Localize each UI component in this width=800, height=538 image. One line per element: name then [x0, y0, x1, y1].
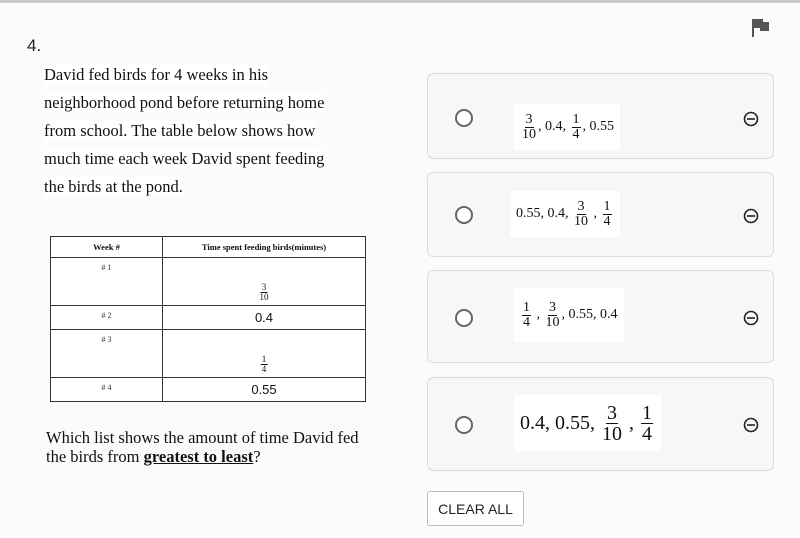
fraction: 3 10 — [259, 282, 269, 302]
answer-term: , 0.55, 0.4 — [561, 307, 618, 322]
stem-line: from school. The table below shows how — [44, 121, 316, 140]
fraction: 3 10 — [545, 299, 560, 330]
header-week: Week # — [50, 236, 163, 258]
table-row: # 1 3 10 — [50, 257, 366, 306]
denominator: 10 — [522, 126, 536, 142]
answer-term: 0.4, 0.55, — [520, 411, 600, 434]
eliminate-icon[interactable] — [743, 310, 759, 326]
radio-unselected-icon[interactable] — [455, 309, 473, 327]
denominator: 10 — [602, 422, 622, 445]
denominator: 4 — [603, 213, 611, 229]
week-cell: # 3 — [50, 329, 163, 378]
numerator: 1 — [571, 111, 581, 128]
clear-all-button[interactable]: CLEAR ALL — [427, 491, 524, 526]
question-number: 4. — [27, 36, 42, 55]
table-header-row: Week # Time spent feeding birds(minutes) — [50, 236, 366, 258]
time-cell: 0.55 — [162, 377, 366, 402]
fraction: 14 — [571, 111, 581, 142]
fraction: 3 10 — [574, 198, 588, 229]
stem-line: the birds at the pond. — [44, 177, 183, 196]
denominator: 4 — [572, 126, 580, 142]
fraction: 14 — [522, 299, 531, 330]
answer-option-a[interactable]: 3 10, 0.4, 14, 0.55 — [427, 73, 774, 159]
numerator: 1 — [522, 299, 531, 316]
numerator: 1 — [641, 401, 653, 424]
answer-text: 14 , 3 10, 0.55, 0.4 — [514, 288, 624, 342]
eliminate-icon[interactable] — [743, 208, 759, 224]
answer-text: 3 10, 0.4, 14, 0.55 — [514, 104, 620, 150]
fraction: 14 — [641, 403, 653, 444]
radio-unselected-icon[interactable] — [455, 206, 473, 224]
table-row: # 2 0.4 — [50, 305, 366, 330]
week-cell: # 2 — [50, 305, 163, 330]
numerator: 3 — [548, 299, 557, 316]
table-row: # 4 0.55 — [50, 377, 366, 402]
answer-term: , 0.4, — [538, 119, 570, 134]
fraction: 3 10 — [602, 403, 622, 444]
answer-text: 0.55, 0.4, 3 10 , 14 — [510, 191, 620, 237]
numerator: 3 — [606, 401, 618, 424]
header-time: Time spent feeding birds(minutes) — [162, 236, 366, 258]
denominator: 4 — [642, 422, 652, 445]
eliminate-icon[interactable] — [743, 111, 759, 127]
stem-line: much time each week David spent feeding — [44, 149, 325, 168]
feeding-time-table: Week # Time spent feeding birds(minutes)… — [50, 236, 366, 402]
time-cell: 14 — [162, 329, 366, 378]
fraction: 3 10 — [522, 111, 536, 142]
answer-term: , 0.55 — [582, 119, 615, 134]
answer-text: 0.4, 0.55, 3 10 , 14 — [514, 395, 661, 451]
denominator: 10 — [545, 314, 560, 330]
answer-term: 0.55, 0.4, — [516, 206, 572, 221]
question-stem: David fed birds for 4 weeks in his neigh… — [44, 61, 374, 201]
answer-option-d[interactable]: 0.4, 0.55, 3 10 , 14 — [427, 377, 774, 471]
radio-unselected-icon[interactable] — [455, 109, 473, 127]
stem-line: David fed birds for 4 weeks in his — [44, 65, 269, 84]
radio-unselected-icon[interactable] — [455, 416, 473, 434]
time-cell: 0.4 — [162, 305, 366, 330]
answer-term: , — [533, 307, 544, 322]
fraction: 14 — [260, 354, 268, 374]
emphasis: greatest to least — [143, 447, 254, 466]
question-prompt: Which list shows the amount of time Davi… — [46, 428, 359, 466]
flag-icon[interactable] — [752, 19, 770, 37]
numerator: 3 — [524, 111, 534, 128]
top-border — [0, 0, 800, 3]
table-row: # 3 14 — [50, 329, 366, 378]
answer-term: , — [624, 411, 639, 434]
numerator: 1 — [602, 198, 612, 215]
week-cell: # 1 — [50, 257, 163, 306]
time-cell: 3 10 — [162, 257, 366, 306]
answer-option-c[interactable]: 14 , 3 10, 0.55, 0.4 — [427, 270, 774, 363]
answer-option-b[interactable]: 0.55, 0.4, 3 10 , 14 — [427, 172, 774, 257]
week-cell: # 4 — [50, 377, 163, 402]
answer-term: , — [590, 206, 601, 221]
eliminate-icon[interactable] — [743, 417, 759, 433]
fraction: 14 — [602, 198, 612, 229]
denominator: 4 — [523, 314, 530, 330]
numerator: 3 — [576, 198, 586, 215]
stem-line: neighborhood pond before returning home — [44, 93, 325, 112]
denominator: 10 — [574, 213, 588, 229]
